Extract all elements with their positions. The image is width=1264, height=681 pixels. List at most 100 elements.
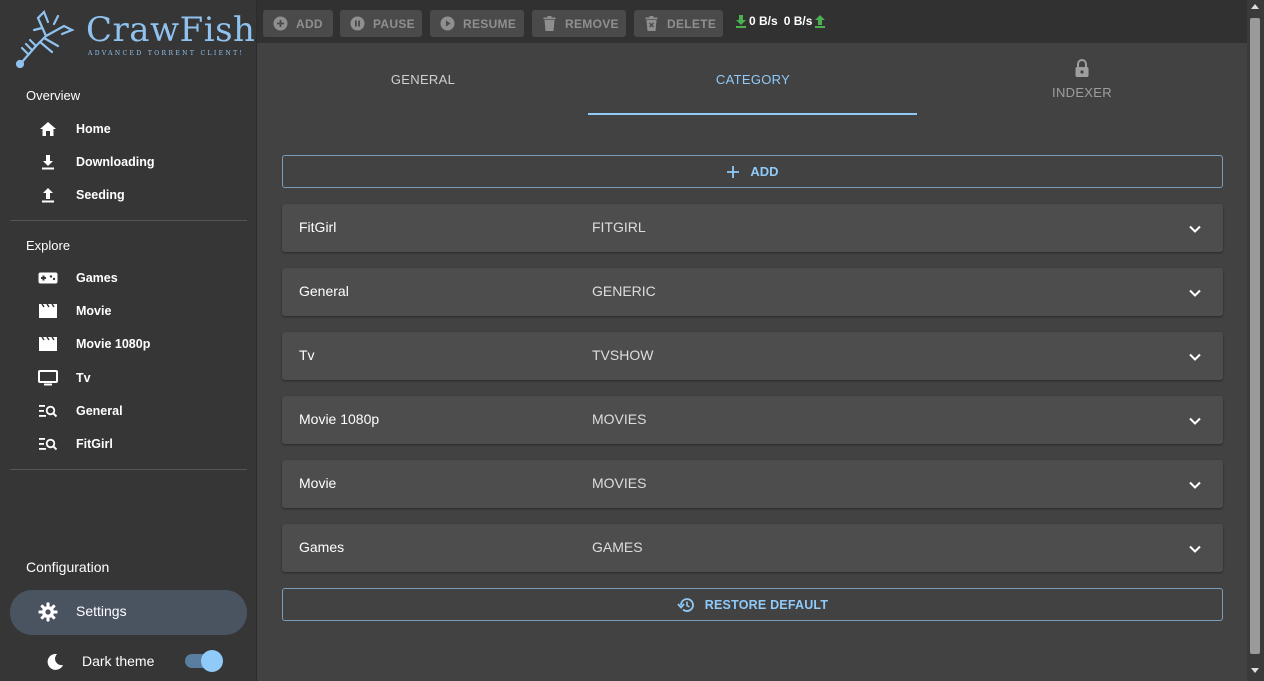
category-row[interactable]: Tv TVSHOW	[282, 332, 1223, 380]
sidebar-item-label: Seeding	[76, 188, 125, 202]
pause-button[interactable]: PAUSE	[340, 10, 422, 37]
download-speed: 0 B/s	[749, 14, 778, 28]
upload-arrow-icon	[815, 14, 826, 28]
delete-button[interactable]: DELETE	[634, 10, 723, 37]
play-circle-icon	[439, 16, 455, 32]
transfer-speed: 0 B/s 0 B/s	[735, 14, 826, 28]
upload-speed: 0 B/s	[783, 14, 813, 28]
category-row[interactable]: FitGirl FITGIRL	[282, 204, 1223, 252]
sidebar: CrawFish ADVANCED TORRENT CLIENT! Overvi…	[0, 0, 257, 681]
sidebar-item-movie[interactable]: Movie	[10, 296, 247, 326]
sidebar-item-label: Tv	[76, 371, 91, 385]
sidebar-item-label: Movie 1080p	[76, 337, 151, 351]
add-button[interactable]: ADD	[263, 10, 333, 37]
category-type: GAMES	[592, 539, 643, 555]
sidebar-item-tv[interactable]: Tv	[10, 363, 247, 393]
sidebar-item-label: General	[76, 404, 123, 418]
sidebar-item-downloading[interactable]: Downloading	[10, 147, 247, 177]
sidebar-item-movie-1080p[interactable]: Movie 1080p	[10, 329, 247, 359]
chevron-down-icon[interactable]	[1188, 414, 1202, 426]
remove-button-label: REMOVE	[565, 16, 619, 31]
category-type: FITGIRL	[592, 219, 646, 235]
sidebar-item-general[interactable]: General	[10, 396, 247, 426]
tab-general[interactable]: GENERAL	[258, 43, 588, 115]
category-row[interactable]: Movie MOVIES	[282, 460, 1223, 508]
category-row[interactable]: General GENERIC	[282, 268, 1223, 316]
sidebar-divider	[10, 469, 247, 470]
chevron-down-icon[interactable]	[1188, 286, 1202, 298]
category-type: MOVIES	[592, 411, 647, 427]
sidebar-divider	[10, 220, 247, 221]
upload-icon	[38, 186, 58, 204]
category-name: General	[299, 283, 349, 299]
search-list-icon	[38, 435, 58, 453]
sidebar-item-label: Settings	[76, 603, 127, 619]
sidebar-item-fitgirl[interactable]: FitGirl	[10, 429, 247, 459]
plus-icon	[726, 165, 740, 179]
scrollbar-thumb[interactable]	[1250, 18, 1260, 654]
tab-category[interactable]: CATEGORY	[588, 43, 918, 115]
explore-section-title: Explore	[26, 238, 71, 253]
overview-section-title: Overview	[26, 88, 81, 103]
settings-tabs: GENERAL CATEGORY INDEXER	[258, 43, 1247, 115]
category-name: Movie	[299, 475, 337, 491]
trash-icon	[541, 16, 557, 32]
logo: CrawFish ADVANCED TORRENT CLIENT!	[14, 8, 255, 68]
sidebar-item-label: Home	[76, 122, 111, 136]
restore-default-button[interactable]: RESTORE DEFAULT	[282, 588, 1223, 621]
delete-button-label: DELETE	[667, 16, 717, 31]
home-icon	[38, 120, 58, 138]
gamepad-icon	[38, 269, 58, 287]
sidebar-item-label: Downloading	[76, 155, 155, 169]
category-name: FitGirl	[299, 219, 337, 235]
category-name: Tv	[299, 347, 315, 363]
scroll-up-arrow-icon[interactable]	[1251, 4, 1259, 9]
category-name: Movie 1080p	[299, 411, 380, 427]
sidebar-item-seeding[interactable]: Seeding	[10, 180, 247, 210]
restore-default-label: RESTORE DEFAULT	[704, 597, 829, 612]
scrollbar[interactable]	[1247, 0, 1264, 681]
add-category-label: ADD	[750, 164, 779, 179]
sidebar-item-settings[interactable]: Settings	[10, 590, 247, 635]
download-arrow-icon	[736, 14, 746, 28]
add-button-label: ADD	[296, 16, 323, 31]
sidebar-item-games[interactable]: Games	[10, 263, 247, 293]
movie-icon	[38, 302, 58, 320]
configuration-section-title: Configuration	[26, 559, 110, 575]
add-category-button[interactable]: ADD	[282, 155, 1223, 188]
lock-icon	[1074, 59, 1090, 77]
tv-icon	[38, 369, 58, 387]
remove-button[interactable]: REMOVE	[532, 10, 626, 37]
sidebar-item-home[interactable]: Home	[10, 114, 247, 144]
sidebar-item-label: FitGirl	[76, 437, 113, 451]
pause-button-label: PAUSE	[373, 16, 415, 31]
dark-theme-row: Dark theme	[10, 648, 247, 676]
tab-indexer[interactable]: INDEXER	[917, 43, 1247, 115]
chevron-down-icon[interactable]	[1188, 542, 1202, 554]
movie-icon	[38, 335, 58, 353]
restore-icon	[677, 596, 695, 614]
tab-label: INDEXER	[1052, 85, 1112, 100]
resume-button[interactable]: RESUME	[430, 10, 524, 37]
active-tab-indicator	[588, 113, 917, 115]
category-type: TVSHOW	[592, 347, 654, 363]
chevron-down-icon[interactable]	[1188, 222, 1202, 234]
chevron-down-icon[interactable]	[1188, 478, 1202, 490]
search-list-icon	[38, 402, 58, 420]
chevron-down-icon[interactable]	[1188, 350, 1202, 362]
logo-subtitle: ADVANCED TORRENT CLIENT!	[88, 50, 245, 57]
crawfish-logo-icon	[15, 10, 75, 68]
category-row[interactable]: Movie 1080p MOVIES	[282, 396, 1223, 444]
category-type: GENERIC	[592, 283, 656, 299]
tab-label: CATEGORY	[715, 72, 791, 87]
dark-theme-toggle[interactable]	[185, 650, 223, 672]
sidebar-item-label: Games	[76, 271, 118, 285]
add-circle-icon	[272, 16, 288, 32]
logo-title: CrawFish	[86, 10, 256, 50]
category-row[interactable]: Games GAMES	[282, 524, 1223, 572]
scroll-down-arrow-icon[interactable]	[1251, 668, 1259, 673]
category-name: Games	[299, 539, 345, 555]
gear-icon	[38, 602, 58, 622]
sidebar-item-label: Movie	[76, 304, 112, 318]
resume-button-label: RESUME	[463, 16, 517, 31]
